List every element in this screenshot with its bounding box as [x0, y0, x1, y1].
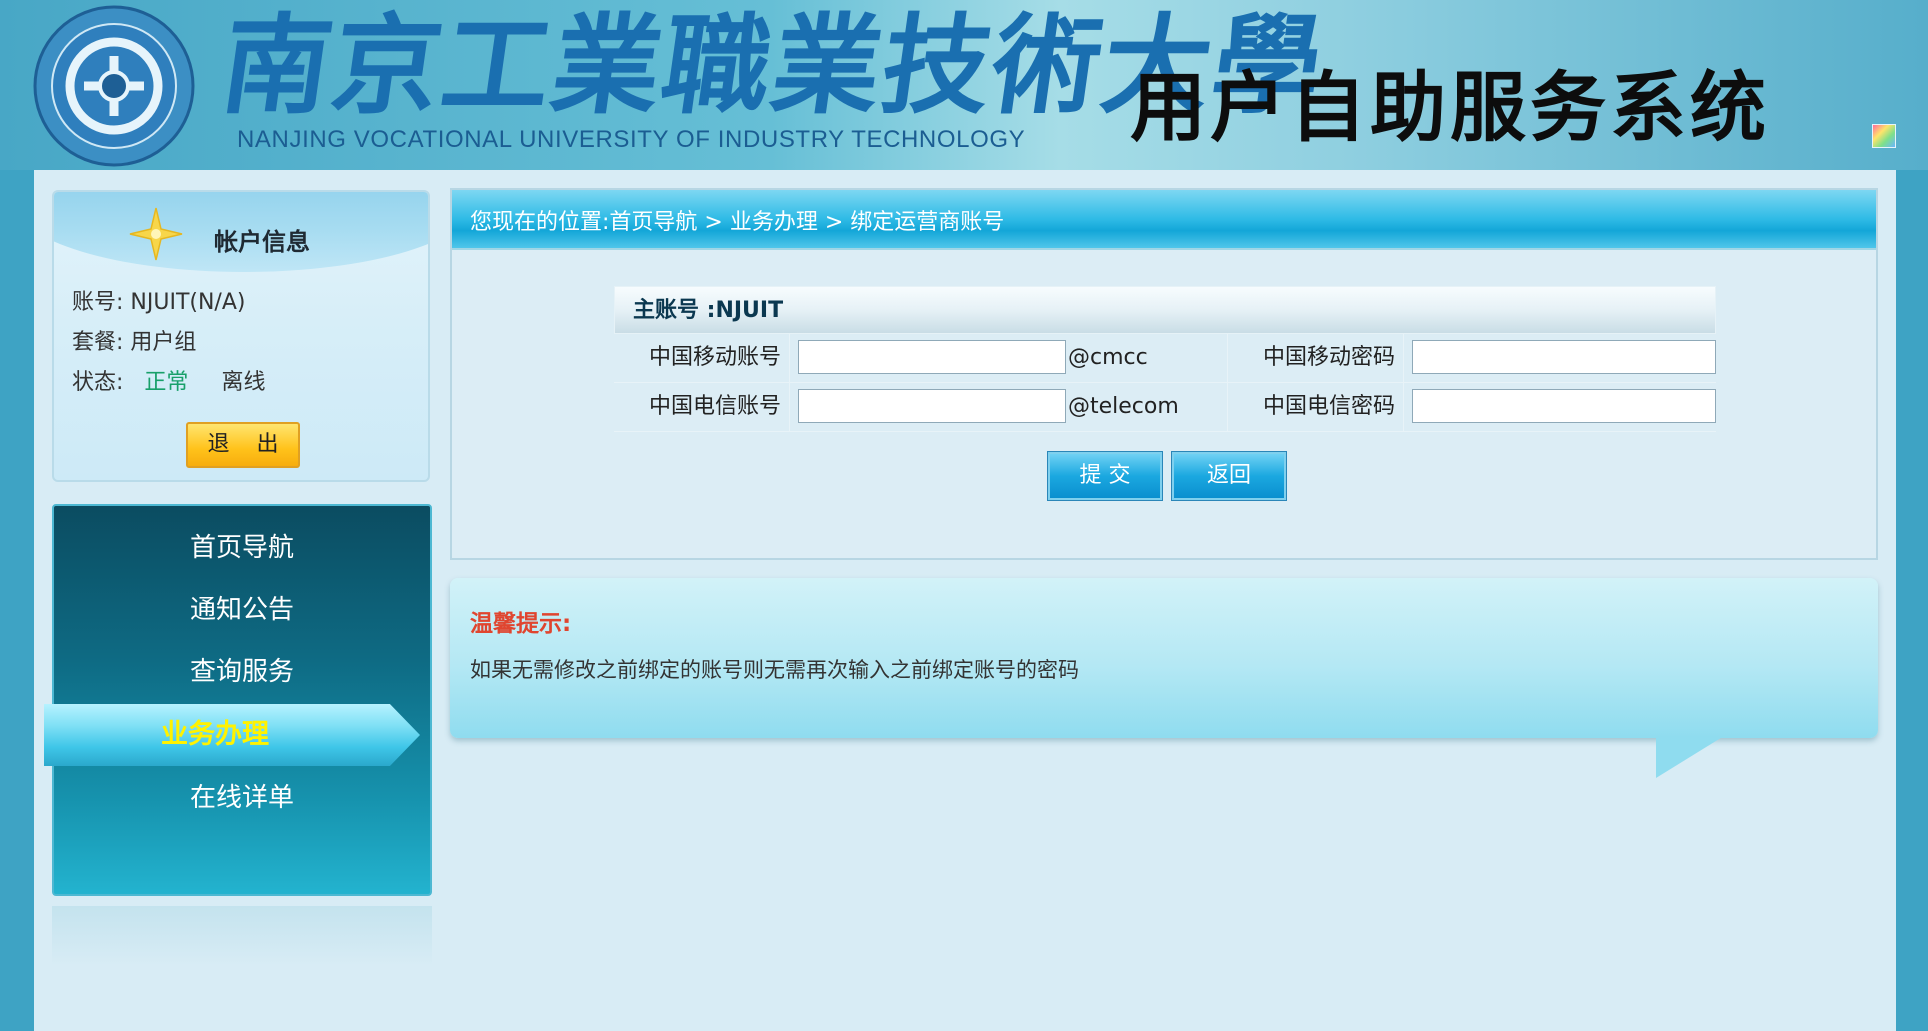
- nav-item-business[interactable]: 业务办理: [44, 704, 420, 766]
- submit-button[interactable]: 提 交: [1047, 451, 1163, 501]
- tip-box: 温馨提示: 如果无需修改之前绑定的账号则无需再次输入之前绑定账号的密码: [450, 578, 1878, 738]
- account-value: NJUIT(N/A): [130, 290, 246, 315]
- cmcc-password-label: 中国移动密码: [1228, 334, 1404, 382]
- status-label: 状态:: [72, 370, 124, 395]
- breadcrumb: 您现在的位置:首页导航 > 业务办理 > 绑定运营商账号: [470, 210, 1005, 235]
- star-icon: [129, 207, 183, 261]
- status-row: 状态: 正常 离线: [72, 364, 265, 396]
- cmcc-account-label: 中国移动账号: [614, 334, 790, 382]
- account-row: 账号: NJUIT(N/A): [72, 284, 245, 316]
- telecom-suffix: @telecom: [1068, 394, 1179, 419]
- account-info-card: 帐户信息 账号: NJUIT(N/A) 套餐: 用户组 状态: 正常 离线 退 …: [52, 190, 430, 482]
- form-row-telecom: 中国电信账号 @telecom 中国电信密码: [614, 383, 1716, 432]
- status-offline: 离线: [221, 370, 266, 395]
- logout-button[interactable]: 退 出: [186, 422, 300, 468]
- nav-item-notices[interactable]: 通知公告: [54, 590, 430, 630]
- telecom-password-label: 中国电信密码: [1228, 383, 1404, 431]
- package-label: 套餐:: [72, 330, 124, 355]
- cmcc-password-cell: [1404, 334, 1716, 382]
- package-row: 套餐: 用户组: [72, 324, 196, 356]
- cmcc-account-input[interactable]: [798, 340, 1066, 374]
- breadcrumb-bar: 您现在的位置:首页导航 > 业务办理 > 绑定运营商账号: [452, 190, 1876, 250]
- nav-item-query[interactable]: 查询服务: [54, 652, 430, 692]
- nav-reflection: [52, 906, 432, 966]
- cmcc-account-cell: @cmcc: [790, 334, 1228, 382]
- back-button[interactable]: 返回: [1171, 451, 1287, 501]
- bind-account-panel: 您现在的位置:首页导航 > 业务办理 > 绑定运营商账号 主账号 :NJUIT …: [450, 188, 1878, 560]
- cmcc-suffix: @cmcc: [1068, 345, 1148, 370]
- sidebar-nav: 首页导航 通知公告 查询服务 在线详单: [52, 504, 432, 896]
- tip-title: 温馨提示:: [470, 611, 572, 637]
- form-title: 主账号 :NJUIT: [614, 286, 1716, 334]
- nav-item-online-detail[interactable]: 在线详单: [54, 778, 430, 818]
- status-online: 正常: [144, 370, 189, 395]
- telecom-account-label: 中国电信账号: [614, 383, 790, 431]
- telecom-password-input[interactable]: [1412, 389, 1716, 423]
- university-name-en: NANJING VOCATIONAL UNIVERSITY OF INDUSTR…: [237, 126, 1026, 153]
- tip-text: 如果无需修改之前绑定的账号则无需再次输入之前绑定账号的密码: [470, 658, 1079, 682]
- cmcc-password-input[interactable]: [1412, 340, 1716, 374]
- bind-form: 主账号 :NJUIT 中国移动账号 @cmcc 中国移动密码 中国电信账号 @t…: [614, 286, 1716, 432]
- system-title: 用户自助服务系统: [1130, 63, 1770, 152]
- account-info-title: 帐户信息: [214, 228, 310, 256]
- nav-item-home[interactable]: 首页导航: [54, 528, 430, 568]
- telecom-account-input[interactable]: [798, 389, 1066, 423]
- telecom-password-cell: [1404, 383, 1716, 431]
- telecom-account-cell: @telecom: [790, 383, 1228, 431]
- university-seal-icon: [33, 5, 195, 167]
- account-label: 账号:: [72, 290, 124, 315]
- form-row-cmcc: 中国移动账号 @cmcc 中国移动密码: [614, 334, 1716, 383]
- theme-color-icon[interactable]: [1872, 124, 1896, 148]
- package-value: 用户组: [130, 330, 197, 355]
- header-banner: 南京工業職業技術大學 NANJING VOCATIONAL UNIVERSITY…: [0, 0, 1928, 170]
